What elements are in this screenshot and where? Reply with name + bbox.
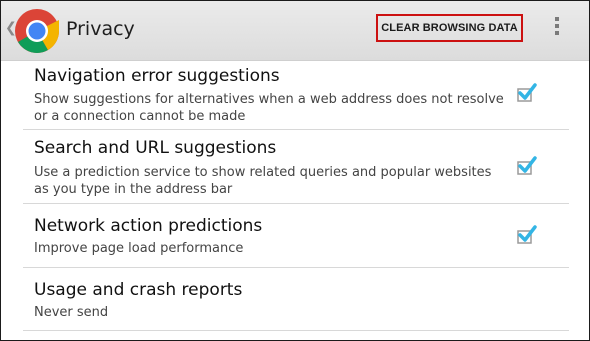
setting-usage-crash-reports[interactable]: Usage and crash reports Never send — [23, 268, 569, 331]
setting-summary: Never send — [34, 305, 109, 320]
clear-browsing-data-button[interactable]: CLEAR BROWSING DATA — [376, 14, 523, 42]
setting-summary: Show suggestions for alternatives when a… — [34, 92, 504, 124]
checkbox-checked-icon[interactable] — [516, 156, 538, 176]
screen: ❮ Privacy CLEAR BROWSING DATA Navigation… — [0, 0, 590, 341]
setting-title: Network action predictions — [34, 216, 263, 236]
setting-title: Navigation error suggestions — [34, 66, 280, 86]
setting-search-url-suggestions[interactable]: Search and URL suggestions Use a predict… — [23, 130, 569, 204]
setting-summary: Use a prediction service to show related… — [34, 165, 492, 197]
action-bar: ❮ Privacy CLEAR BROWSING DATA — [1, 1, 589, 61]
chrome-logo-icon[interactable] — [14, 8, 60, 54]
setting-navigation-error-suggestions[interactable]: Navigation error suggestions Show sugges… — [23, 61, 569, 130]
setting-network-action-predictions[interactable]: Network action predictions Improve page … — [23, 204, 569, 268]
page-title: Privacy — [66, 18, 135, 40]
setting-title: Search and URL suggestions — [34, 138, 277, 158]
overflow-menu-icon[interactable] — [553, 17, 561, 39]
setting-title: Usage and crash reports — [34, 280, 243, 300]
checkbox-checked-icon[interactable] — [516, 83, 538, 103]
setting-summary: Improve page load performance — [34, 241, 244, 256]
checkbox-checked-icon[interactable] — [516, 225, 538, 245]
